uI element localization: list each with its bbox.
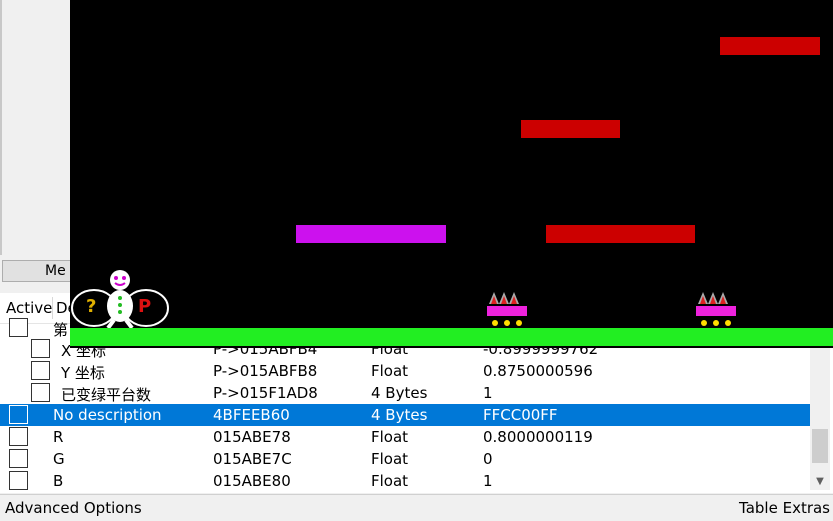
advanced-options-button[interactable]: Advanced Options [5,499,142,517]
table-row[interactable]: R 015ABE78 Float 0.8000000119 [0,426,810,448]
row-value: 0.8000000119 [483,428,593,446]
spike-trap [486,290,530,330]
ground-platform [70,328,833,346]
row-description: R [53,428,64,446]
active-checkbox[interactable] [31,383,50,402]
platform-red [521,120,620,138]
player-sprite: ? P [70,268,174,332]
row-value: 1 [483,472,493,490]
active-checkbox[interactable] [9,449,28,468]
row-type: 4 Bytes [371,384,428,402]
table-footer: Advanced Options Table Extras [0,494,833,521]
header-active[interactable]: Active [6,299,52,317]
table-row[interactable]: No description 4BFEEB60 4 Bytes FFCC00FF [0,404,810,426]
row-address: P->015ABFB8 [213,362,318,380]
player-right-letter: P [138,296,152,317]
background-app-panel [0,0,70,290]
row-address: 015ABE7C [213,450,292,468]
platform-red [546,225,695,243]
row-description: Y 坐标 [61,364,105,382]
platform-purple [296,225,446,243]
active-checkbox[interactable] [31,361,50,380]
row-description: 第 [53,321,69,339]
scroll-down-icon[interactable]: ▼ [810,474,830,490]
row-type: Float [371,450,409,468]
row-type: Float [371,428,409,446]
table-extras-button[interactable]: Table Extras [739,499,830,517]
active-checkbox[interactable] [9,318,28,337]
header-separator[interactable] [52,297,53,319]
row-value: 0.8750000596 [483,362,593,380]
row-description: 已变绿平台数 [61,386,152,404]
platform-red [720,37,820,55]
game-window[interactable]: ? P [70,0,833,348]
spike-trap [695,290,739,330]
scroll-thumb[interactable] [812,429,828,463]
table-row[interactable]: 已变绿平台数 P->015F1AD8 4 Bytes 1 [0,382,810,404]
table-scrollbar[interactable]: ▲ ▼ [810,325,830,490]
row-type: Float [371,362,409,380]
row-description: B [53,472,64,490]
row-description: No description [53,406,162,424]
table-row[interactable]: B 015ABE80 Float 1 [0,470,810,492]
row-type: 4 Bytes [371,406,428,424]
row-value: 0 [483,450,493,468]
row-address: P->015F1AD8 [213,384,318,402]
panel-edge [0,0,2,255]
row-address: 015ABE80 [213,472,291,490]
row-address: 015ABE78 [213,428,291,446]
row-type: Float [371,472,409,490]
player-left-letter: ? [86,296,97,317]
active-checkbox[interactable] [31,339,50,358]
table-row[interactable]: Y 坐标 P->015ABFB8 Float 0.8750000596 [0,360,810,382]
active-checkbox[interactable] [9,405,28,424]
row-value: FFCC00FF [483,406,558,424]
table-row[interactable]: G 015ABE7C Float 0 [0,448,810,470]
row-description: G [53,450,65,468]
active-checkbox[interactable] [9,471,28,490]
active-checkbox[interactable] [9,427,28,446]
row-value: 1 [483,384,493,402]
row-address: 4BFEEB60 [213,406,290,424]
